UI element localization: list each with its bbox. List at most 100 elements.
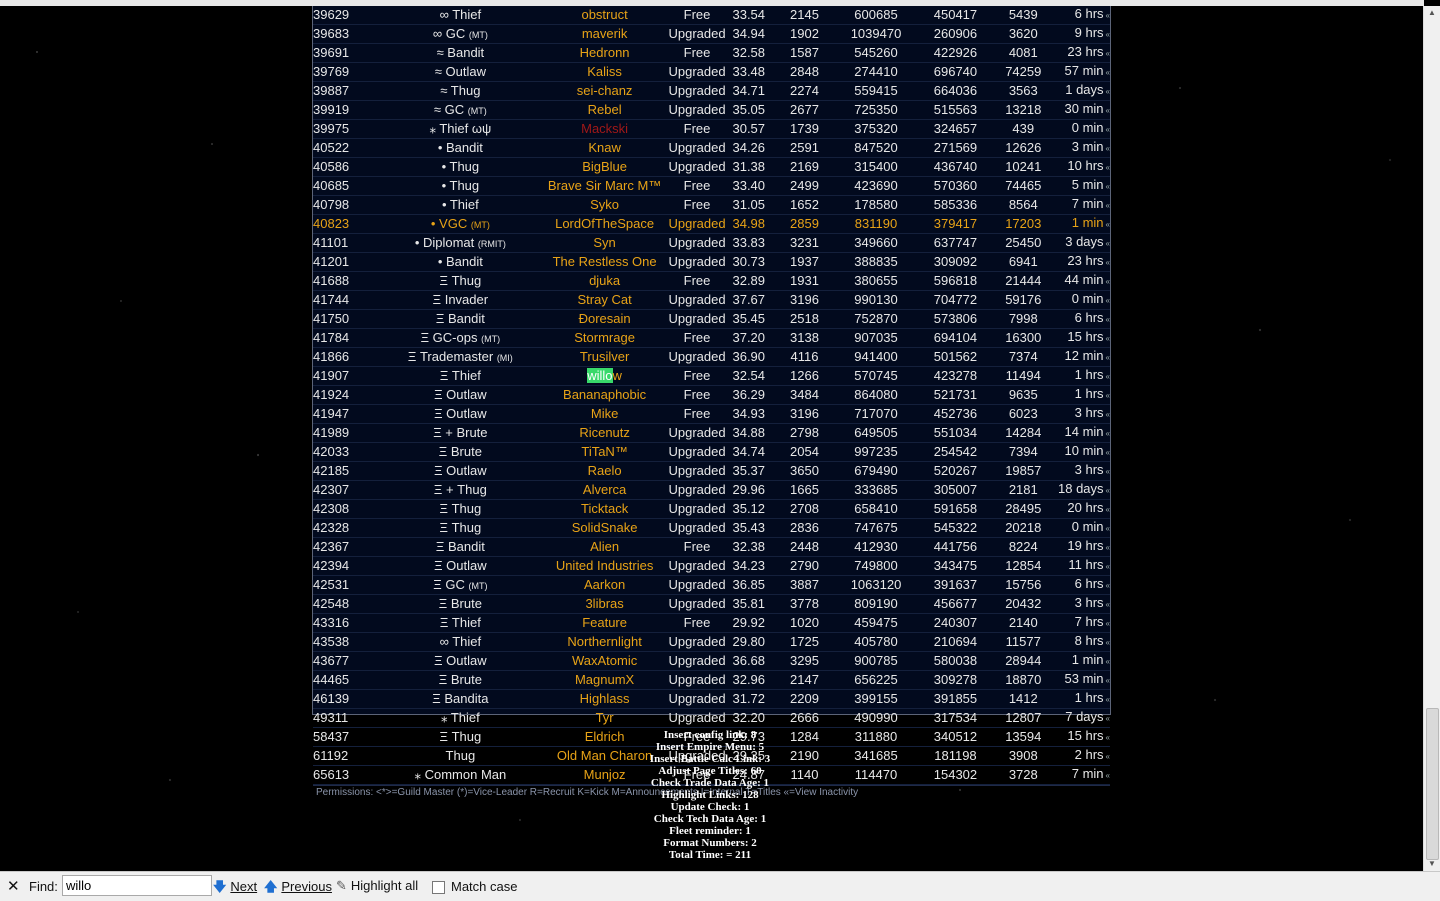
member-account: Upgraded bbox=[661, 575, 733, 595]
inactivity-marker[interactable]: « bbox=[1106, 68, 1110, 77]
member-name[interactable]: Stormrage bbox=[547, 328, 662, 348]
inactivity-marker[interactable]: « bbox=[1106, 600, 1110, 609]
inactivity-marker[interactable]: « bbox=[1106, 410, 1110, 419]
member-name[interactable]: Highlass bbox=[547, 689, 662, 709]
inactivity-marker[interactable]: « bbox=[1106, 296, 1110, 305]
match-case-label[interactable]: Match case bbox=[451, 879, 517, 894]
member-name[interactable]: Trusilver bbox=[547, 347, 662, 367]
member-name[interactable]: SolidSnake bbox=[547, 518, 662, 538]
member-name[interactable]: Tyr bbox=[547, 708, 662, 728]
member-name[interactable]: WaxAtomic bbox=[547, 651, 662, 671]
inactivity-marker[interactable]: « bbox=[1106, 391, 1110, 400]
member-name[interactable]: Northernlight bbox=[547, 632, 662, 652]
inactivity-marker[interactable]: « bbox=[1106, 657, 1110, 666]
inactivity-marker[interactable]: « bbox=[1106, 638, 1110, 647]
member-level: 34.94 bbox=[732, 24, 780, 44]
find-input[interactable] bbox=[62, 875, 212, 896]
inactivity-marker[interactable]: « bbox=[1106, 163, 1110, 172]
member-name[interactable]: Brave Sir Marc M™ bbox=[547, 176, 662, 196]
member-name[interactable]: Alien bbox=[547, 537, 662, 557]
inactivity-marker[interactable]: « bbox=[1106, 524, 1110, 533]
inactivity-marker[interactable]: « bbox=[1106, 315, 1110, 324]
scroll-up-icon[interactable]: ▲ bbox=[1424, 6, 1440, 20]
inactivity-marker[interactable]: « bbox=[1106, 714, 1110, 723]
member-row: 44465 Ξ Brute MagnumX Upgraded 32.96 2147 6562… bbox=[313, 670, 1110, 690]
inactivity-marker[interactable]: « bbox=[1106, 125, 1110, 134]
member-name[interactable]: BigBlue bbox=[547, 157, 662, 177]
find-previous-button[interactable]: 🡅 Previous bbox=[264, 878, 332, 900]
inactivity-marker[interactable]: « bbox=[1106, 695, 1110, 704]
member-stat-c: 181198 bbox=[922, 746, 989, 766]
inactivity-marker[interactable]: « bbox=[1106, 486, 1110, 495]
member-name[interactable]: Feature bbox=[547, 613, 662, 633]
highlight-all-button[interactable]: ✎ Highlight all bbox=[336, 878, 418, 894]
member-name[interactable]: Mackski bbox=[547, 119, 662, 139]
member-stat-b: 847520 bbox=[829, 138, 923, 158]
inactivity-marker[interactable]: « bbox=[1106, 505, 1110, 514]
member-name[interactable]: willow bbox=[547, 366, 662, 386]
member-name[interactable]: Hedronn bbox=[547, 43, 662, 63]
member-name[interactable]: Rebel bbox=[547, 100, 662, 120]
inactivity-marker[interactable]: « bbox=[1106, 752, 1110, 761]
member-name[interactable]: Bananaphobic bbox=[547, 385, 662, 405]
member-account: Upgraded bbox=[661, 480, 733, 500]
scroll-thumb[interactable] bbox=[1426, 708, 1439, 860]
inactivity-marker[interactable]: « bbox=[1106, 334, 1110, 343]
member-name[interactable]: maverik bbox=[547, 24, 662, 44]
inactivity-marker[interactable]: « bbox=[1106, 619, 1110, 628]
inactivity-marker[interactable]: « bbox=[1106, 30, 1110, 39]
inactivity-marker[interactable]: « bbox=[1106, 11, 1110, 20]
inactivity-marker[interactable]: « bbox=[1106, 467, 1110, 476]
inactivity-marker[interactable]: « bbox=[1106, 581, 1110, 590]
match-case-checkbox[interactable] bbox=[432, 881, 445, 894]
inactivity-marker[interactable]: « bbox=[1106, 448, 1110, 457]
inactivity-marker[interactable]: « bbox=[1106, 144, 1110, 153]
member-name[interactable]: Mike bbox=[547, 404, 662, 424]
inactivity-marker[interactable]: « bbox=[1106, 676, 1110, 685]
inactivity-marker[interactable]: « bbox=[1106, 429, 1110, 438]
member-stat-c: 240307 bbox=[922, 613, 989, 633]
inactivity-marker[interactable]: « bbox=[1106, 771, 1110, 780]
inactivity-marker[interactable]: « bbox=[1106, 106, 1110, 115]
member-name[interactable]: Ticktack bbox=[547, 499, 662, 519]
inactivity-marker[interactable]: « bbox=[1106, 353, 1110, 362]
inactivity-marker[interactable]: « bbox=[1106, 733, 1110, 742]
inactivity-marker[interactable]: « bbox=[1106, 562, 1110, 571]
inactivity-marker[interactable]: « bbox=[1106, 543, 1110, 552]
member-name[interactable]: Aarkon bbox=[547, 575, 662, 595]
member-name[interactable]: MagnumX bbox=[547, 670, 662, 690]
member-name[interactable]: sei-chanz bbox=[547, 81, 662, 101]
member-name[interactable]: Ðoresain bbox=[547, 309, 662, 329]
member-name[interactable]: Alverca bbox=[547, 480, 662, 500]
vertical-scrollbar[interactable]: ▲ ▼ bbox=[1423, 6, 1440, 871]
member-name[interactable]: Knaw bbox=[547, 138, 662, 158]
member-row: 41907 Ξ Thief willow Free 32.54 1266 570745 423… bbox=[313, 366, 1110, 386]
member-name[interactable]: LordOfTheSpace bbox=[547, 214, 662, 234]
member-name[interactable]: Kaliss bbox=[547, 62, 662, 82]
member-name[interactable]: TiTaN™ bbox=[547, 442, 662, 462]
member-name[interactable]: Syn bbox=[547, 233, 662, 253]
inactivity-marker[interactable]: « bbox=[1106, 49, 1110, 58]
member-name[interactable]: Stray Cat bbox=[547, 290, 662, 310]
inactivity-marker[interactable]: « bbox=[1106, 87, 1110, 96]
close-find-bar-icon[interactable]: ✕ bbox=[7, 877, 20, 895]
member-name[interactable]: djuka bbox=[547, 271, 662, 291]
member-name[interactable]: Syko bbox=[547, 195, 662, 215]
member-name[interactable]: 3libras bbox=[547, 594, 662, 614]
inactivity-marker[interactable]: « bbox=[1106, 182, 1110, 191]
member-name[interactable]: Ricenutz bbox=[547, 423, 662, 443]
scroll-down-icon[interactable]: ▼ bbox=[1424, 857, 1440, 871]
member-last-active: 7 min « bbox=[1058, 195, 1110, 215]
inactivity-marker[interactable]: « bbox=[1106, 277, 1110, 286]
find-next-button[interactable]: 🡇 Next bbox=[213, 878, 257, 900]
inactivity-marker[interactable]: « bbox=[1106, 220, 1110, 229]
member-name[interactable]: United Industries bbox=[547, 556, 662, 576]
member-name[interactable]: The Restless One bbox=[547, 252, 662, 272]
inactivity-marker[interactable]: « bbox=[1106, 239, 1110, 248]
member-stat-b: 809190 bbox=[829, 594, 923, 614]
member-name[interactable]: obstruct bbox=[547, 6, 662, 25]
inactivity-marker[interactable]: « bbox=[1106, 201, 1110, 210]
inactivity-marker[interactable]: « bbox=[1106, 372, 1110, 381]
inactivity-marker[interactable]: « bbox=[1106, 258, 1110, 267]
member-name[interactable]: Raelo bbox=[547, 461, 662, 481]
